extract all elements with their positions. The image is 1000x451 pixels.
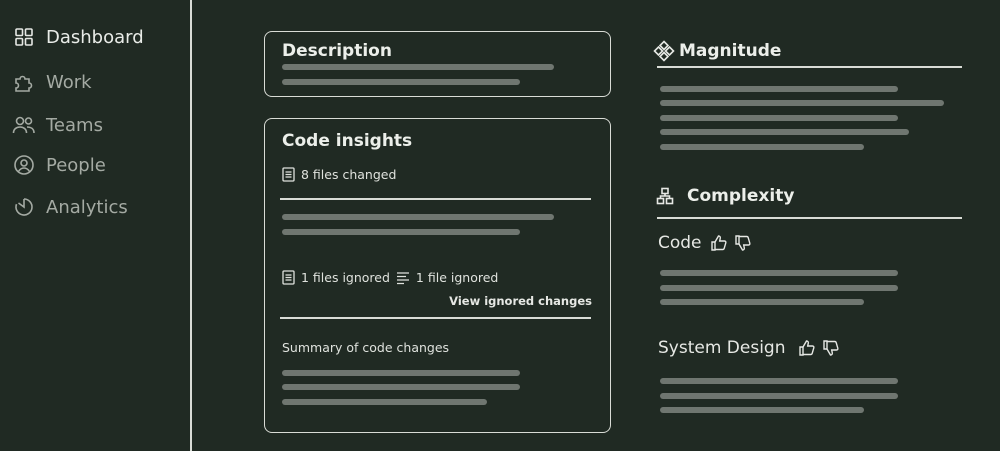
placeholder-line <box>660 299 864 305</box>
description-card: Description <box>264 31 611 97</box>
code-insights-card: Code insights 8 files changed 1 files ig… <box>264 118 611 433</box>
placeholder-line <box>282 384 520 390</box>
magnitude-title: Magnitude <box>679 41 782 61</box>
placeholder-line <box>660 86 898 92</box>
files-ignored: 1 files ignored 1 file ignored <box>282 270 498 285</box>
code-label: Code <box>658 233 702 253</box>
code-complexity: Code <box>658 233 752 253</box>
divider <box>657 66 962 68</box>
files-changed-label: 8 files changed <box>301 167 397 182</box>
placeholder-line <box>660 115 898 121</box>
system-design-label: System Design <box>658 338 786 358</box>
thumbs-up-icon[interactable] <box>798 339 816 357</box>
document-icon <box>282 167 295 182</box>
grid-icon <box>12 25 36 49</box>
text-lines-icon <box>396 271 409 284</box>
placeholder-line <box>282 79 520 85</box>
sidebar-item-label: People <box>46 154 106 176</box>
description-title: Description <box>282 41 392 61</box>
placeholder-line <box>660 144 864 150</box>
thumbs-up-icon[interactable] <box>710 234 728 252</box>
placeholder-line <box>660 378 898 384</box>
users-icon <box>12 113 36 137</box>
placeholder-line <box>660 100 944 106</box>
sidebar-item-dashboard[interactable]: Dashboard <box>12 25 144 49</box>
sidebar-item-people[interactable]: People <box>12 153 106 177</box>
placeholder-line <box>282 214 554 220</box>
sidebar-item-label: Dashboard <box>46 26 144 48</box>
placeholder-line <box>660 270 898 276</box>
divider <box>280 317 591 319</box>
summary-label: Summary of code changes <box>282 340 450 355</box>
divider <box>280 198 591 200</box>
hierarchy-icon <box>656 187 674 205</box>
placeholder-line <box>282 399 487 405</box>
placeholder-line <box>660 393 898 399</box>
view-ignored-changes-link[interactable]: View ignored changes <box>449 294 592 308</box>
placeholder-line <box>660 285 898 291</box>
files-ignored-label: 1 files ignored <box>301 270 390 285</box>
magnitude-heading: Magnitude <box>653 40 781 62</box>
sidebar-item-label: Teams <box>46 114 103 136</box>
thumbs-down-icon[interactable] <box>822 339 840 357</box>
placeholder-line <box>660 129 909 135</box>
sidebar-item-teams[interactable]: Teams <box>12 113 103 137</box>
placeholder-line <box>282 229 520 235</box>
placeholder-line <box>660 407 864 413</box>
system-design-complexity: System Design <box>658 338 840 358</box>
diamond-grid-icon <box>653 40 675 62</box>
puzzle-icon <box>12 70 36 94</box>
user-circle-icon <box>12 153 36 177</box>
sidebar-item-label: Work <box>46 71 92 93</box>
divider <box>657 217 962 219</box>
complexity-heading: Complexity <box>656 186 794 206</box>
sidebar: Dashboard Work Teams People Analytics <box>0 0 192 451</box>
files-changed: 8 files changed <box>282 167 396 182</box>
code-insights-title: Code insights <box>282 131 413 151</box>
analytics-icon <box>12 195 36 219</box>
document-icon <box>282 270 295 285</box>
thumbs-down-icon[interactable] <box>734 234 752 252</box>
placeholder-line <box>282 64 554 70</box>
placeholder-line <box>282 370 520 376</box>
sidebar-item-analytics[interactable]: Analytics <box>12 195 128 219</box>
sidebar-item-work[interactable]: Work <box>12 70 92 94</box>
file-ignored-label: 1 file ignored <box>415 270 499 285</box>
complexity-title: Complexity <box>687 186 795 206</box>
sidebar-item-label: Analytics <box>46 196 128 218</box>
